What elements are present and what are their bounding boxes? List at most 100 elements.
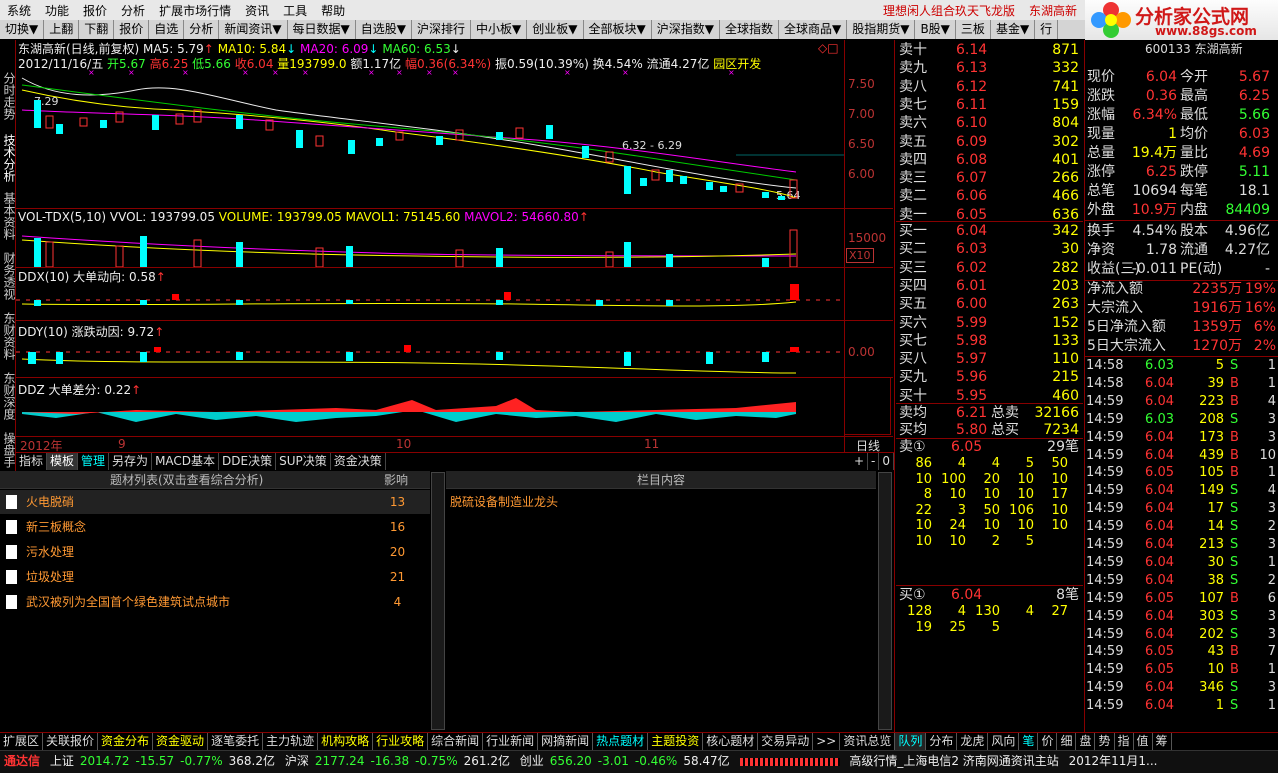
toolbar-page-up[interactable]: 上翻 <box>44 20 80 39</box>
theme-row[interactable]: 垃圾处理 21 <box>0 565 430 589</box>
tab-trader[interactable]: 操盘手 <box>1 432 16 468</box>
buy-level-row[interactable]: 买七 5.98 133 <box>896 332 1081 350</box>
reset-button[interactable]: 0 <box>879 453 894 470</box>
toolbar-my-stocks[interactable]: 自选股▼ <box>356 20 413 39</box>
tab-intraday[interactable]: 分时走势 <box>1 72 16 120</box>
menu-extended-market[interactable]: 扩展市场行情 <box>152 2 238 19</box>
bottom-tab-4[interactable]: 逐笔委托 <box>208 733 264 750</box>
bottom-tab-14[interactable]: 交易异动 <box>758 733 814 750</box>
chart-window-controls[interactable]: ◇□ <box>818 41 839 55</box>
toolbar-more[interactable]: 行 <box>1035 20 1059 39</box>
bottom-tab-24[interactable]: 盘 <box>1076 733 1096 750</box>
tab-technical[interactable]: 技术分析 <box>1 134 16 182</box>
buy-level-row[interactable]: 买四 6.01 203 <box>896 277 1081 295</box>
bottom-tab-9[interactable]: 行业新闻 <box>483 733 539 750</box>
tab-sup[interactable]: SUP决策 <box>276 453 331 470</box>
bottom-tab-26[interactable]: 指 <box>1115 733 1134 750</box>
bottom-tab-25[interactable]: 势 <box>1095 733 1115 750</box>
toolbar-futures[interactable]: 股指期货▼ <box>847 20 916 39</box>
tab-dde[interactable]: DDE决策 <box>219 453 277 470</box>
toolbar-watchlist[interactable]: 自选 <box>149 20 185 39</box>
tab-template[interactable]: 模板 <box>47 453 79 470</box>
bottom-tab-22[interactable]: 价 <box>1038 733 1058 750</box>
bottom-tab-5[interactable]: 主力轨迹 <box>263 733 319 750</box>
sell-level-row[interactable]: 卖四 6.08 401 <box>896 151 1081 169</box>
toolbar-ranking[interactable]: 沪深排行 <box>412 20 472 39</box>
bottom-tab-10[interactable]: 网摘新闻 <box>538 733 594 750</box>
toolbar-news[interactable]: 新闻资讯▼ <box>219 20 288 39</box>
toolbar-sme-board[interactable]: 中小板▼ <box>471 20 528 39</box>
bottom-tab-3[interactable]: 资金驱动 <box>153 733 209 750</box>
zoom-in-button[interactable]: + <box>851 453 869 470</box>
bottom-tab-11[interactable]: 热点题材 <box>593 733 649 750</box>
bottom-tab-7[interactable]: 行业攻略 <box>373 733 429 750</box>
toolbar-index[interactable]: 沪深指数▼ <box>652 20 720 39</box>
toolbar-gem-board[interactable]: 创业板▼ <box>527 20 584 39</box>
menu-analysis[interactable]: 分析 <box>114 2 152 19</box>
toolbar-b-shares[interactable]: B股▼ <box>915 20 956 39</box>
tab-east-depth[interactable]: 东财深度 <box>1 372 16 420</box>
toolbar-daily-data[interactable]: 每日数据▼ <box>288 20 356 39</box>
tab-financial[interactable]: 财务透视 <box>1 252 16 300</box>
buy-level-row[interactable]: 买八 5.97 110 <box>896 350 1081 368</box>
menu-quote[interactable]: 报价 <box>76 2 114 19</box>
toolbar-global-index[interactable]: 全球指数 <box>720 20 779 39</box>
buy-level-row[interactable]: 买十 5.95 460 <box>896 387 1081 405</box>
toolbar-third-board[interactable]: 三板 <box>956 20 991 39</box>
toolbar-quote[interactable]: 报价 <box>114 20 150 39</box>
toolbar-all-sectors[interactable]: 全部板块▼ <box>584 20 652 39</box>
tab-macd[interactable]: MACD基本 <box>152 453 220 470</box>
bottom-tab-1[interactable]: 关联报价 <box>43 733 99 750</box>
theme-row[interactable]: 新三板概念 16 <box>0 515 430 539</box>
tab-manage[interactable]: 管理 <box>78 453 110 470</box>
bottom-tab-21[interactable]: 笔 <box>1019 733 1039 750</box>
tab-save-as[interactable]: 另存为 <box>109 453 153 470</box>
bottom-tab-15[interactable]: >> <box>813 733 841 750</box>
bottom-tab-19[interactable]: 龙虎 <box>957 733 989 750</box>
buy-level-row[interactable]: 买一 6.04 342 <box>896 222 1081 240</box>
theme-row[interactable]: 火电脱硝 13 <box>0 490 430 514</box>
menu-help[interactable]: 帮助 <box>314 2 352 19</box>
tab-basic-info[interactable]: 基本资料 <box>1 192 16 240</box>
bottom-tab-0[interactable]: 扩展区 <box>0 733 44 750</box>
bottom-tab-2[interactable]: 资金分布 <box>98 733 154 750</box>
kline-chart-area[interactable]: 东湖高新(日线,前复权) MA5: 5.79↑ MA10: 5.84↓ MA20… <box>16 40 893 472</box>
sell-level-row[interactable]: 卖七 6.11 159 <box>896 96 1081 114</box>
bottom-tab-8[interactable]: 综合新闻 <box>428 733 484 750</box>
bottom-tab-28[interactable]: 筹 <box>1153 733 1172 750</box>
bottom-tab-27[interactable]: 值 <box>1134 733 1153 750</box>
theme-row[interactable]: 武汉被列为全国首个绿色建筑试点城市 4 <box>0 590 430 614</box>
sell-level-row[interactable]: 卖九 6.13 332 <box>896 59 1081 77</box>
bottom-tab-18[interactable]: 分布 <box>926 733 958 750</box>
bottom-tab-23[interactable]: 细 <box>1057 733 1077 750</box>
buy-level-row[interactable]: 买六 5.99 152 <box>896 314 1081 332</box>
toolbar-switch[interactable]: 切换▼ <box>0 20 45 39</box>
bottom-tab-12[interactable]: 主题投资 <box>648 733 704 750</box>
tab-fund[interactable]: 资金决策 <box>331 453 386 470</box>
tab-indicator[interactable]: 指标 <box>16 453 48 470</box>
bottom-tab-13[interactable]: 核心题材 <box>703 733 759 750</box>
toolbar-global-commodity[interactable]: 全球商品▼ <box>779 20 848 39</box>
sell-level-row[interactable]: 卖八 6.12 741 <box>896 78 1081 96</box>
menu-system[interactable]: 系统 <box>0 2 38 19</box>
buy-level-row[interactable]: 买二 6.03 30 <box>896 240 1081 258</box>
theme-row[interactable]: 污水处理 20 <box>0 540 430 564</box>
theme-list-scrollbar[interactable] <box>431 472 445 730</box>
bottom-tab-17[interactable]: 队列 <box>895 733 927 750</box>
menu-news[interactable]: 资讯 <box>238 2 276 19</box>
menu-function[interactable]: 功能 <box>38 2 76 19</box>
sell-level-row[interactable]: 卖二 6.06 466 <box>896 187 1081 205</box>
buy-level-row[interactable]: 买五 6.00 263 <box>896 295 1081 313</box>
buy-level-row[interactable]: 买九 5.96 215 <box>896 368 1081 386</box>
menu-tools[interactable]: 工具 <box>276 2 314 19</box>
sell-level-row[interactable]: 卖五 6.09 302 <box>896 133 1081 151</box>
bottom-tab-20[interactable]: 风向 <box>988 733 1020 750</box>
sell-level-row[interactable]: 卖三 6.07 266 <box>896 169 1081 187</box>
buy-level-row[interactable]: 买三 6.02 282 <box>896 259 1081 277</box>
bottom-tab-16[interactable]: 资讯总览 <box>840 733 896 750</box>
toolbar-funds[interactable]: 基金▼ <box>991 20 1036 39</box>
zoom-out-button[interactable]: - <box>868 453 880 470</box>
tab-east-data[interactable]: 东财资料 <box>1 312 16 360</box>
bottom-tab-6[interactable]: 机构攻略 <box>318 733 374 750</box>
sell-level-row[interactable]: 卖十 6.14 871 <box>896 41 1081 59</box>
